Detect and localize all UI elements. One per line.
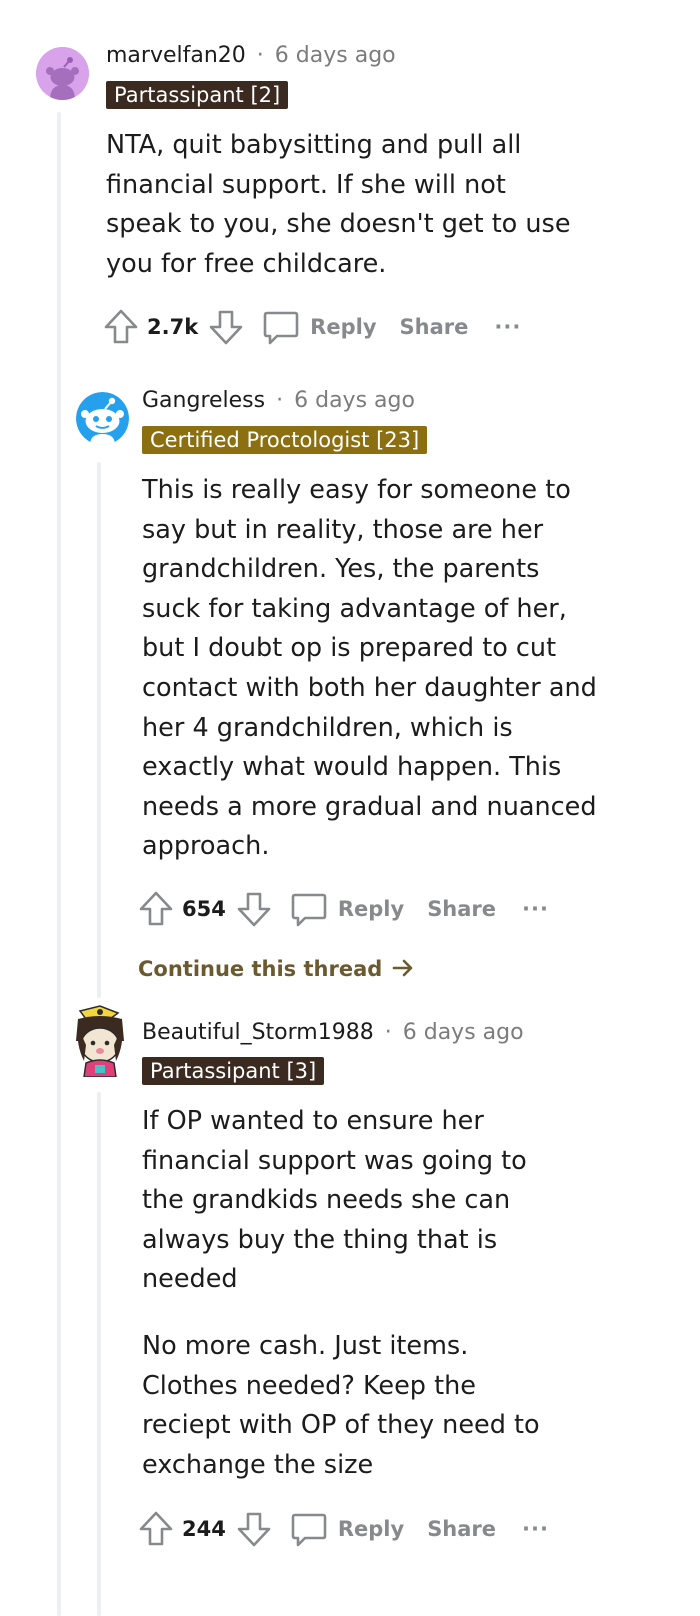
reply-button[interactable]: Reply xyxy=(262,308,377,346)
downvote-icon[interactable] xyxy=(236,890,272,928)
comment-paragraph: This is really easy for someone to say b… xyxy=(142,475,597,862)
username-link[interactable]: Beautiful_Storm1988 xyxy=(142,1020,374,1045)
snoo-avatar-icon xyxy=(76,392,129,445)
arrow-right-icon xyxy=(392,959,412,977)
comment-body: If OP wanted to ensure her financial sup… xyxy=(142,1102,562,1485)
thread-line-root[interactable] xyxy=(57,112,61,1616)
comment-meta: marvelfan20 · 6 days ago xyxy=(106,42,396,70)
comment-bubble-icon xyxy=(291,893,327,927)
vote-score: 654 xyxy=(182,897,226,921)
share-button[interactable]: Share xyxy=(400,315,469,339)
downvote-icon[interactable] xyxy=(208,308,244,346)
avatar[interactable] xyxy=(36,47,89,100)
continue-thread-link[interactable]: Continue this thread xyxy=(138,957,414,981)
comment-bubble-icon xyxy=(263,311,299,345)
comment-paragraph: No more cash. Just items. Clothes needed… xyxy=(142,1330,540,1480)
comment-actions: 654 Reply Share ··· xyxy=(138,889,549,929)
username-link[interactable]: marvelfan20 xyxy=(106,43,246,68)
meta-separator: · xyxy=(384,1020,392,1045)
vote-score: 2.7k xyxy=(147,315,199,339)
share-button[interactable]: Share xyxy=(427,897,496,921)
comment-body: NTA, quit babysitting and pull all finan… xyxy=(106,126,576,284)
upvote-icon[interactable] xyxy=(138,1510,174,1548)
timestamp[interactable]: 6 days ago xyxy=(403,1020,524,1045)
reply-label: Reply xyxy=(310,315,377,339)
avatar[interactable] xyxy=(72,1005,129,1077)
continue-thread-label: Continue this thread xyxy=(138,957,383,981)
user-flair: Partassipant [2] xyxy=(106,81,289,109)
thread-line-reply-1[interactable] xyxy=(97,462,101,998)
comment-body: This is really easy for someone to say b… xyxy=(142,471,597,867)
comment-meta: Gangreless · 6 days ago xyxy=(142,387,415,415)
comment-meta: Beautiful_Storm1988 · 6 days ago xyxy=(142,1019,524,1047)
upvote-icon[interactable] xyxy=(138,890,174,928)
comment-paragraph: NTA, quit babysitting and pull all finan… xyxy=(106,130,571,279)
meta-separator: · xyxy=(276,388,284,413)
reply-label: Reply xyxy=(337,1517,405,1541)
avatar[interactable] xyxy=(76,392,129,445)
comment-bubble-icon xyxy=(291,1513,327,1547)
comment-actions: 2.7k Reply Share ··· xyxy=(103,307,521,347)
thread-line-reply-2[interactable] xyxy=(97,1092,101,1616)
more-options-icon[interactable]: ··· xyxy=(522,1517,549,1541)
reply-button[interactable]: Reply xyxy=(290,890,404,928)
upvote-icon[interactable] xyxy=(103,308,139,346)
comment-paragraph: If OP wanted to ensure her financial sup… xyxy=(142,1106,527,1295)
user-flair: Partassipant [3] xyxy=(142,1057,325,1085)
snoo-avatar-icon xyxy=(36,47,89,100)
timestamp[interactable]: 6 days ago xyxy=(275,43,396,68)
vote-score: 244 xyxy=(182,1517,226,1541)
user-flair: Certified Proctologist [23] xyxy=(142,426,428,454)
share-button[interactable]: Share xyxy=(427,1517,496,1541)
username-link[interactable]: Gangreless xyxy=(142,388,265,413)
meta-separator: · xyxy=(256,43,264,68)
timestamp[interactable]: 6 days ago xyxy=(294,388,415,413)
more-options-icon[interactable]: ··· xyxy=(522,897,549,921)
snoo-avatar-icon xyxy=(76,1005,124,1077)
downvote-icon[interactable] xyxy=(236,1510,272,1548)
comment-actions: 244 Reply Share ··· xyxy=(138,1509,549,1549)
more-options-icon[interactable]: ··· xyxy=(494,315,521,339)
reply-label: Reply xyxy=(337,897,405,921)
reply-button[interactable]: Reply xyxy=(290,1510,404,1548)
